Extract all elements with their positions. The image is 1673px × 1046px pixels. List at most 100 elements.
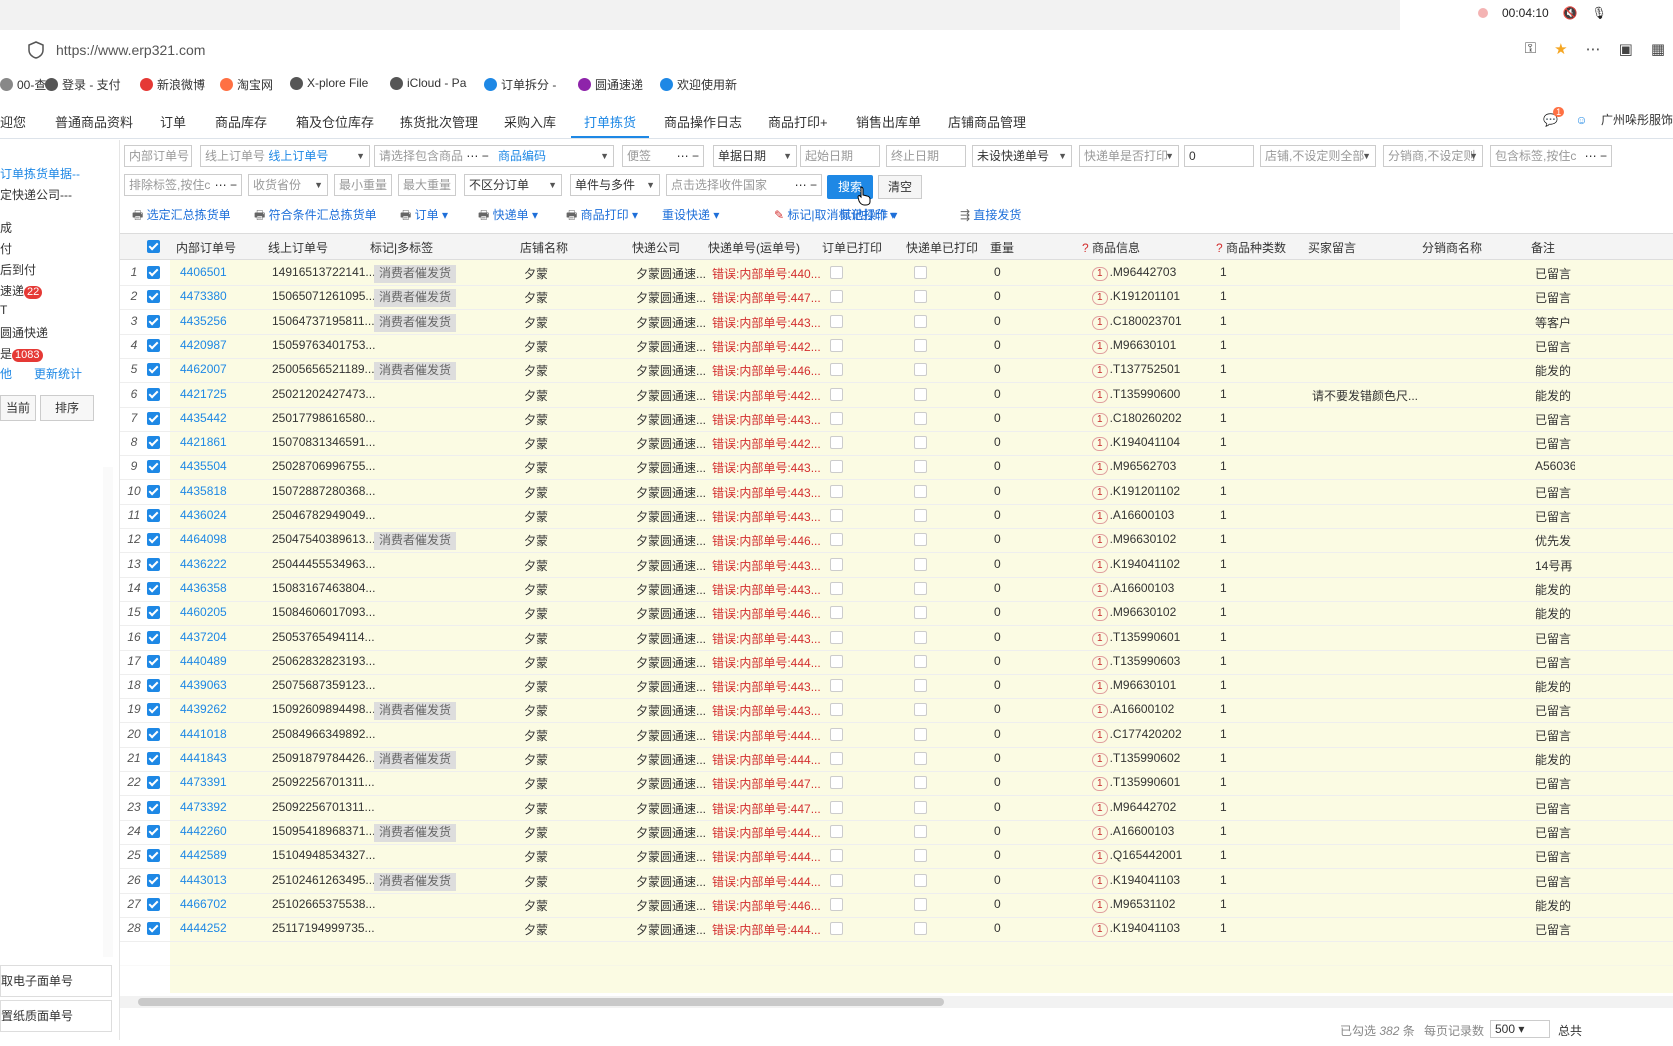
order-id-link[interactable]: 4444252 (180, 921, 227, 935)
goods-info[interactable]: 1 .K194041103 (1092, 921, 1180, 938)
online-order-field[interactable]: 线上订单号 线上订单号 ▼ (200, 145, 370, 167)
apps-icon[interactable]: ▦ (1651, 40, 1665, 58)
order-id-link[interactable]: 4421725 (180, 387, 227, 401)
row-checkbox[interactable] (147, 679, 160, 693)
column-header[interactable]: 买家留言 (1308, 239, 1356, 256)
row-checkbox[interactable] (147, 411, 160, 425)
sidebar-item[interactable]: 后到付 (0, 261, 36, 278)
table-row[interactable]: 4 4420987 15059763401753... 夕蒙 夕蒙圆通速... 错误:内部… (120, 333, 1673, 359)
bookmark-item[interactable]: 订单拆分 - (484, 76, 556, 93)
order-printed-checkbox[interactable] (830, 533, 843, 547)
goods-info[interactable]: 1 .K191201102 (1092, 484, 1180, 500)
sort-button[interactable]: 排序 (40, 395, 94, 421)
goods-select-field[interactable]: 请选择包含商品 ⋯ − 商品编码 ▼ (374, 145, 614, 167)
express-printed-checkbox[interactable] (914, 411, 927, 425)
row-checkbox[interactable] (147, 436, 160, 450)
express-printed-checkbox[interactable] (914, 581, 927, 595)
order-id-link[interactable]: 4436358 (180, 581, 227, 595)
record-dot-icon[interactable] (1478, 8, 1488, 18)
inner-order-field[interactable]: 内部订单号 (124, 145, 192, 167)
row-checkbox[interactable] (147, 314, 160, 328)
row-checkbox[interactable] (147, 606, 160, 620)
goods-info[interactable]: 1 .A16600102 (1092, 702, 1174, 719)
express-printed-checkbox[interactable] (914, 557, 927, 571)
table-row[interactable]: 13 4436222 25044455534963... 夕蒙 夕蒙圆通速... 错误:内… (120, 552, 1673, 578)
express-printed-checkbox[interactable] (914, 824, 927, 838)
goods-info[interactable]: 1 .K191201101 (1092, 289, 1180, 306)
express-printed-checkbox[interactable] (914, 849, 927, 863)
sidebar-toggle-icon[interactable]: ▣ (1619, 40, 1633, 58)
sidebar-item[interactable]: 圆通快递 (0, 324, 48, 341)
table-row[interactable]: 14 4436358 15083167463804... 夕蒙 夕蒙圆通速... 错误:内… (120, 576, 1673, 602)
order-id-link[interactable]: 4420987 (180, 338, 227, 352)
toolbar-button[interactable]: 🖶 商品打印 ▾ (566, 206, 638, 227)
order-printed-checkbox[interactable] (830, 509, 843, 522)
order-id-link[interactable]: 4435442 (180, 411, 227, 425)
country-field[interactable]: 点击选择收件国家 ⋯ − (666, 174, 822, 196)
express-printed-checkbox[interactable] (914, 776, 927, 790)
express-printed-checkbox[interactable] (914, 290, 927, 304)
express-printed-checkbox[interactable] (914, 460, 927, 474)
table-row[interactable]: 27 4466702 25102665375538... 夕蒙 夕蒙圆通速... 错误:内… (120, 892, 1673, 918)
goods-info[interactable]: 1 .Q165442001 (1092, 848, 1182, 865)
url-text[interactable]: https://www.erp321.com (56, 42, 205, 58)
order-id-link[interactable]: 4466702 (180, 897, 227, 911)
column-header[interactable]: 快递单已打印 (906, 239, 978, 256)
toolbar-button[interactable]: ⇶ 直接发货 (960, 206, 1021, 223)
distributor-select[interactable]: 分销商,不设定则 ▼ (1383, 145, 1483, 167)
row-checkbox[interactable] (147, 581, 160, 595)
table-row[interactable]: 10 4435818 15072887280368... 夕蒙 夕蒙圆通速... 错误:内… (120, 479, 1673, 505)
table-row[interactable]: 15 4460205 15084606017093... 夕蒙 夕蒙圆通速... 错误:内… (120, 600, 1673, 627)
column-header[interactable]: ? 商品种类数 (1216, 239, 1286, 256)
max-weight-field[interactable]: 最大重量 (398, 174, 456, 196)
row-checkbox[interactable] (147, 290, 160, 304)
bookmark-item[interactable]: 登录 - 支付 (45, 76, 121, 93)
tab-5[interactable]: 拣货批次管理 (400, 112, 478, 131)
service-icon[interactable]: ☺ (1575, 113, 1587, 127)
order-printed-checkbox[interactable] (830, 873, 843, 887)
bookmark-item[interactable]: 新浪微博 (140, 76, 205, 93)
order-printed-checkbox[interactable] (830, 727, 843, 741)
order-printed-checkbox[interactable] (830, 800, 843, 814)
row-checkbox[interactable] (147, 338, 160, 352)
sidebar-item[interactable]: 速递 22 (0, 282, 43, 299)
exclude-tag-field[interactable]: 排除标签,按住c ⋯ − (124, 174, 242, 196)
table-row[interactable]: 12 4464098 25047540389613... 消费者催发货 夕蒙 夕蒙圆通速.… (120, 527, 1673, 554)
row-checkbox[interactable] (147, 533, 160, 547)
order-id-link[interactable]: 4442589 (180, 848, 227, 862)
column-header[interactable]: 快递公司 (632, 239, 680, 256)
order-id-link[interactable]: 4435256 (180, 314, 227, 328)
order-id-link[interactable]: 4473380 (180, 289, 227, 303)
column-header[interactable]: 备注 (1531, 239, 1555, 256)
order-id-link[interactable]: 4437204 (180, 630, 227, 644)
row-checkbox[interactable] (147, 824, 160, 838)
express-printed-checkbox[interactable] (914, 727, 927, 741)
province-select[interactable]: 收货省份 ▼ (248, 174, 328, 196)
order-id-link[interactable]: 4435818 (180, 484, 227, 498)
column-header[interactable]: 订单已打印 (822, 239, 882, 256)
get-eorder-button[interactable]: 取电子面单号 (0, 965, 112, 997)
order-printed-checkbox[interactable] (830, 581, 843, 595)
table-row[interactable]: 25 4442589 15104948534327... 夕蒙 夕蒙圆通速... 错误:内… (120, 843, 1673, 870)
order-printed-checkbox[interactable] (830, 776, 843, 790)
min-weight-field[interactable]: 最小重量 (334, 174, 392, 196)
row-checkbox[interactable] (147, 922, 160, 936)
goods-info[interactable]: 1 .T135990602 (1092, 751, 1180, 767)
star-icon[interactable]: ★ (1554, 40, 1567, 58)
order-printed-checkbox[interactable] (830, 557, 843, 571)
bookmark-item[interactable]: 00-查 (0, 76, 46, 93)
mute-icon[interactable]: 🔇 (1563, 6, 1578, 20)
order-printed-checkbox[interactable] (830, 266, 843, 279)
clear-button[interactable]: 清空 (878, 175, 922, 199)
date-type-select[interactable]: 单据日期 ▼ (713, 145, 797, 167)
order-printed-checkbox[interactable] (830, 897, 843, 911)
include-tag-field[interactable]: 包含标签,按住c ⋯ − (1490, 145, 1612, 167)
row-checkbox[interactable] (147, 752, 160, 765)
multi-select[interactable]: 单件与多件 ▼ (570, 174, 660, 196)
express-printed-checkbox[interactable] (914, 436, 927, 450)
order-id-link[interactable]: 4464098 (180, 532, 227, 546)
order-id-link[interactable]: 4406501 (180, 265, 227, 279)
scroll-thumb[interactable] (138, 998, 944, 1006)
express-printed-checkbox[interactable] (914, 387, 927, 401)
order-id-link[interactable]: 4440489 (180, 654, 227, 668)
